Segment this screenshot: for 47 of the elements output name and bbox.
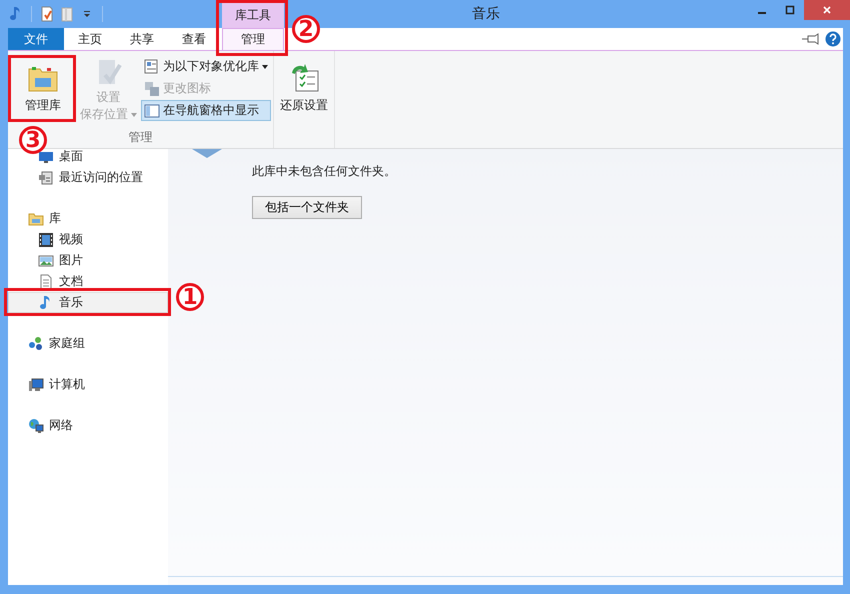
network-globe-icon — [28, 418, 44, 434]
nav-item[interactable]: 库 — [8, 208, 168, 229]
nav-item[interactable]: 文档 — [8, 271, 168, 292]
ribbon-tab[interactable]: 共享 — [116, 28, 168, 50]
picture-icon — [38, 252, 54, 268]
properties-icon[interactable] — [39, 6, 55, 22]
empty-library-message: 此库中未包含任何文件夹。 — [252, 163, 396, 180]
maximize-icon — [785, 5, 795, 15]
nav-item[interactable]: 家庭组 — [8, 333, 168, 354]
include-folder-button[interactable]: 包括一个文件夹 — [252, 196, 362, 219]
nav-item[interactable]: 网络 — [8, 415, 168, 436]
nav-item[interactable]: 音乐 — [8, 292, 168, 313]
ribbon-button[interactable]: 管理库 — [13, 59, 73, 119]
ribbon-tab[interactable]: 查看 — [168, 28, 220, 50]
ribbon-small-button[interactable]: 为以下对象优化库 — [141, 56, 271, 77]
homegroup-icon — [28, 336, 44, 352]
ribbon-tab[interactable]: 管理 — [222, 28, 284, 50]
annotation-box — [8, 55, 76, 122]
ribbon-tab[interactable]: 主页 — [64, 28, 116, 50]
computer-icon — [28, 376, 44, 392]
nav-item[interactable]: 最近访问的位置 — [8, 167, 168, 188]
library-folder-icon — [28, 210, 44, 226]
recent-places-icon — [38, 170, 54, 186]
close-button[interactable] — [804, 0, 850, 20]
nav-item[interactable]: 图片 — [8, 250, 168, 271]
window-title: 音乐 — [471, 5, 501, 23]
film-icon — [38, 232, 54, 248]
nav-item[interactable]: 计算机 — [8, 374, 168, 395]
document-icon — [38, 274, 54, 290]
ribbon-group-label: 管理 — [128, 130, 152, 146]
context-tab-group-label: 库工具 — [222, 3, 284, 28]
close-icon — [822, 5, 832, 15]
ribbon-tab[interactable]: 文件 — [8, 28, 64, 50]
ribbon-small-button[interactable]: 在导航窗格中显示 — [141, 100, 271, 121]
caret-icon — [262, 64, 268, 68]
minimize-icon — [758, 12, 766, 14]
help-icon[interactable] — [825, 31, 841, 47]
change-icon-icon — [144, 80, 160, 96]
caret-icon — [131, 112, 137, 116]
optimize-library-icon — [144, 58, 160, 74]
navigation-pane-icon — [144, 102, 160, 118]
nav-item[interactable]: 视频 — [8, 229, 168, 250]
annotation-number: 2 — [292, 15, 320, 43]
ribbon-button[interactable]: 还原设置 — [276, 59, 332, 118]
annotation-box — [216, 0, 288, 56]
pin-icon[interactable] — [801, 33, 821, 45]
desktop-icon — [38, 149, 54, 164]
